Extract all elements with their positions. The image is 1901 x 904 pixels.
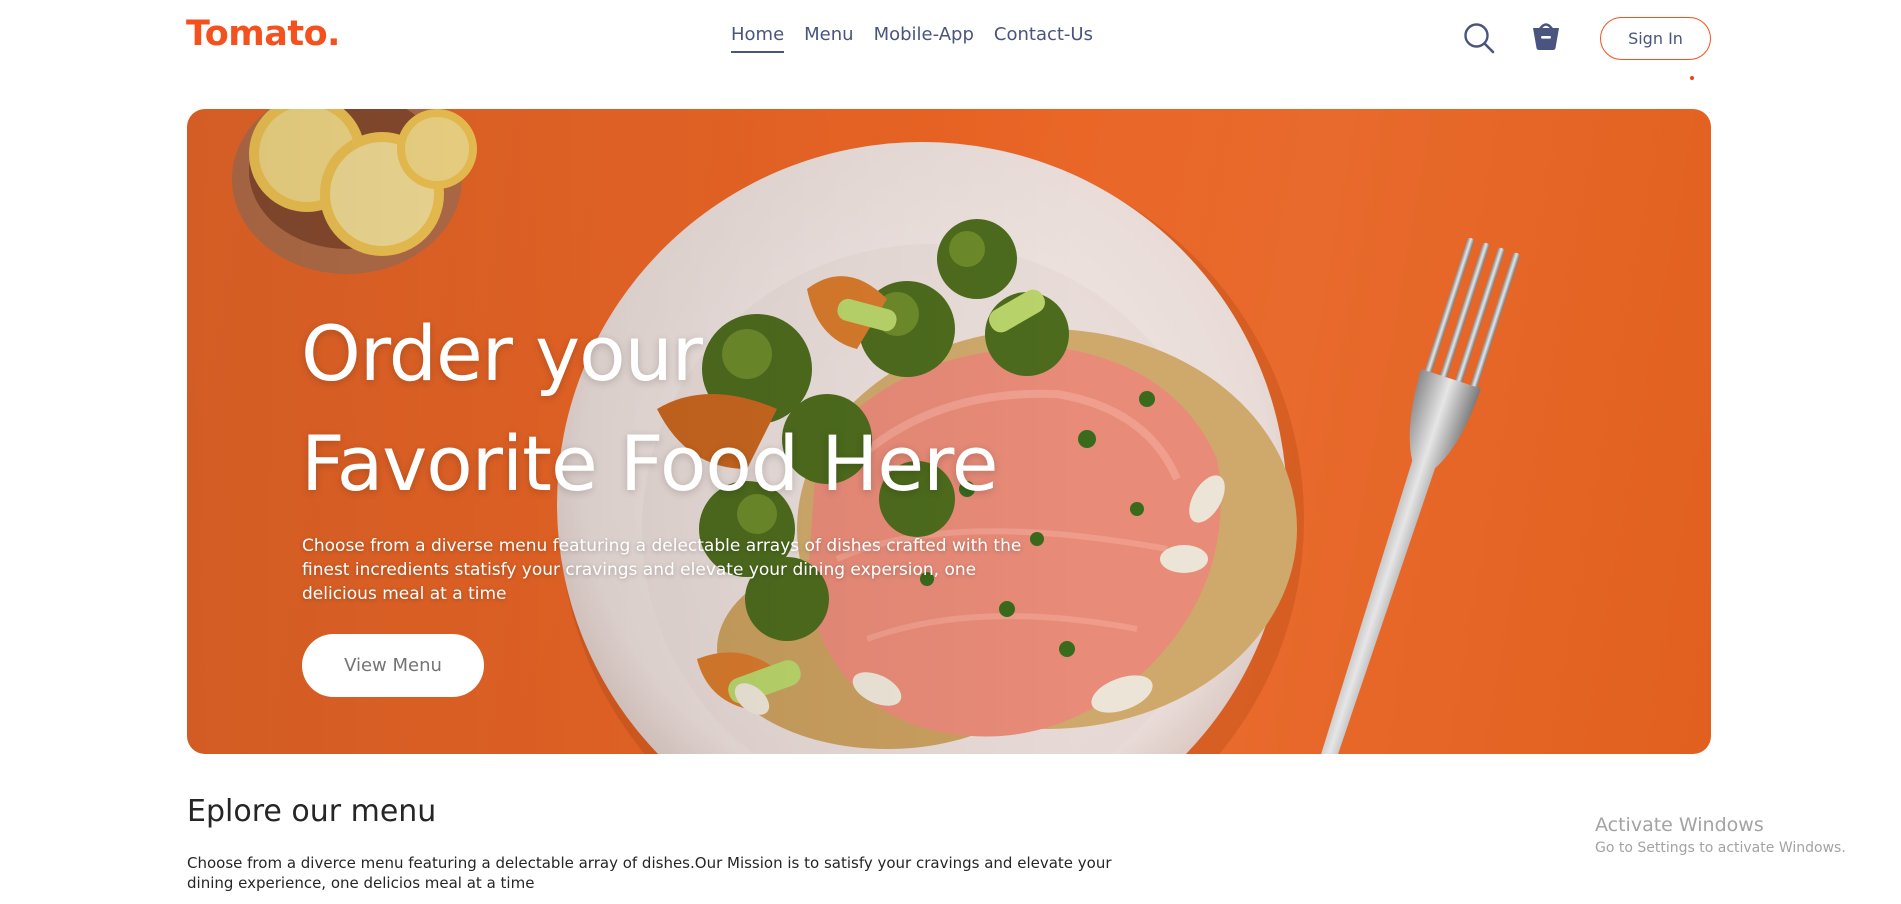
sign-in-button[interactable]: Sign In (1600, 17, 1711, 60)
nav-item-contact-us[interactable]: Contact-Us (994, 24, 1093, 53)
basket-icon[interactable] (1531, 19, 1561, 51)
nav-menu: Home Menu Mobile-App Contact-Us (731, 24, 1093, 53)
cart-dot (1690, 76, 1694, 80)
activate-windows-title: Activate Windows (1595, 814, 1764, 836)
hero-title-line1: Order your (301, 309, 703, 398)
explore-menu-heading: Eplore our menu (187, 794, 437, 829)
search-icon[interactable] (1463, 22, 1495, 54)
explore-menu-text: Choose from a diverce menu featuring a d… (187, 854, 1112, 892)
logo[interactable]: Tomato. (186, 14, 340, 54)
nav-item-mobile-app[interactable]: Mobile-App (874, 24, 974, 53)
view-menu-button[interactable]: View Menu (302, 634, 484, 697)
nav-item-menu[interactable]: Menu (804, 24, 853, 53)
nav-item-home[interactable]: Home (731, 24, 785, 53)
hero-title-line2: Favorite Food Here (301, 419, 999, 508)
hero-banner: Order your Favorite Food Here Choose fro… (187, 109, 1711, 754)
hero-title: Order your Favorite Food Here (301, 299, 1101, 519)
hero-description: Choose from a diverse menu featuring a d… (302, 536, 1022, 604)
activate-windows-subtitle: Go to Settings to activate Windows. (1595, 840, 1846, 856)
